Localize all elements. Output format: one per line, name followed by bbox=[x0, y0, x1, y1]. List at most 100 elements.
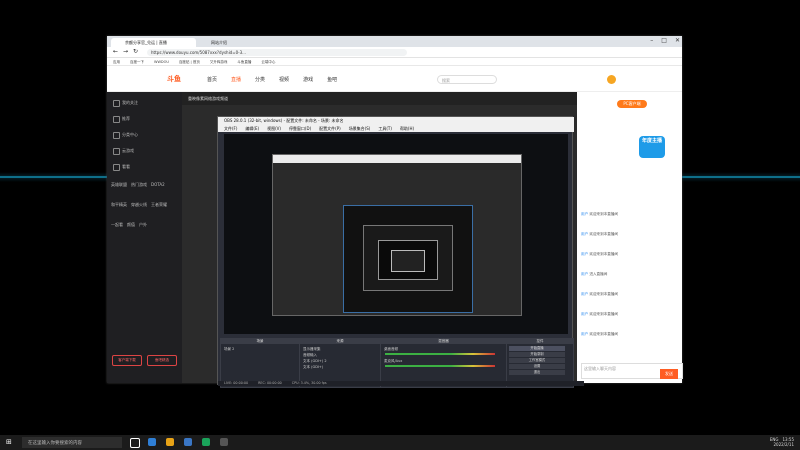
menu-item[interactable]: 帮助(H) bbox=[400, 126, 414, 131]
site-logo[interactable]: 斗鱼 bbox=[167, 74, 189, 84]
source-item[interactable]: 文本 (GDI+) bbox=[303, 365, 323, 370]
menu-item[interactable]: 配置文件(P) bbox=[319, 126, 341, 131]
chat-message: 用户 欢迎来到本直播间 bbox=[581, 252, 619, 256]
site-header: 斗鱼 首页 直播 分类 视频 游戏 鱼吧 搜索 bbox=[107, 66, 682, 92]
nav-item[interactable]: 直播 bbox=[231, 76, 241, 83]
start-recording-button[interactable]: 开始录制 bbox=[509, 352, 565, 357]
bookmark[interactable]: 百度一下 bbox=[130, 60, 144, 64]
sidebar-row[interactable]: 和平精英 穿越火线 王者荣耀 bbox=[111, 202, 167, 208]
browser-tab-active[interactable]: 余额分享官_兑运 | 直播 bbox=[111, 38, 196, 47]
chat-message: 用户 欢迎来到本直播间 bbox=[581, 212, 619, 216]
star-icon bbox=[113, 116, 120, 123]
browser-tab-bar: 余额分享官_兑运 | 直播 网站介绍 – □ ✕ bbox=[107, 36, 682, 47]
taskbar-search[interactable]: 在这里输入你要搜索的内容 bbox=[22, 437, 122, 448]
avatar[interactable] bbox=[607, 75, 616, 84]
nav-item[interactable]: 视频 bbox=[279, 76, 289, 83]
window-controls: – □ ✕ bbox=[650, 37, 680, 44]
live-timer: LIVE: 00:00:00 bbox=[224, 381, 249, 385]
windows-start-icon[interactable]: ⊞ bbox=[6, 438, 12, 446]
nav-item[interactable]: 鱼吧 bbox=[327, 76, 337, 83]
source-item[interactable]: 音频输入 bbox=[303, 353, 317, 358]
site-sidebar: 我的关注 推荐 分类中心 云游戏 看看 英雄联盟 热门游戏 DOTA2 和平精英… bbox=[107, 92, 182, 383]
close-icon[interactable]: ✕ bbox=[675, 37, 680, 44]
mixer-channel: 麦克风/Aux bbox=[384, 359, 403, 363]
reload-icon[interactable]: ↻ bbox=[133, 48, 138, 55]
back-icon[interactable]: ← bbox=[113, 48, 118, 55]
store-icon[interactable] bbox=[184, 438, 192, 446]
obs-preview[interactable] bbox=[224, 134, 568, 334]
clock-date: 2022/2/11 bbox=[773, 442, 794, 447]
client-download-button[interactable]: 客户端下载 bbox=[112, 355, 142, 366]
task-view-icon[interactable] bbox=[130, 438, 140, 448]
folder-icon[interactable] bbox=[166, 438, 174, 446]
exit-button[interactable]: 退出 bbox=[509, 370, 565, 375]
obs-taskbar-icon[interactable] bbox=[220, 438, 228, 446]
maximize-icon[interactable]: □ bbox=[661, 37, 667, 44]
bookmark[interactable]: 百度贴 | 首页 bbox=[179, 60, 200, 64]
chat-panel: PC客户端 年度主播 用户 欢迎来到本直播间 用户 欢迎来到本直播间 用户 欢迎… bbox=[577, 92, 683, 383]
eye-icon bbox=[113, 164, 120, 171]
edge-icon[interactable] bbox=[148, 438, 156, 446]
menu-item[interactable]: 工具(T) bbox=[378, 126, 392, 131]
site-search-input[interactable]: 搜索 bbox=[437, 75, 497, 84]
nav-item[interactable]: 分类 bbox=[255, 76, 265, 83]
url-input[interactable]: https://www.douyu.com/5087xxx?dyshid=0-3… bbox=[147, 49, 407, 56]
menu-item[interactable]: 文件(F) bbox=[224, 126, 237, 131]
tab-label: 余额分享官_兑运 | 直播 bbox=[125, 40, 167, 45]
mixer-channel: 桌面音频 bbox=[384, 347, 398, 351]
system-tray[interactable]: ENG 13:55 2022/2/11 bbox=[770, 437, 794, 447]
source-item[interactable]: 显示器采集 bbox=[303, 347, 321, 352]
scene-item[interactable]: 场景 2 bbox=[224, 347, 234, 352]
menu-item[interactable]: 场景集合(S) bbox=[349, 126, 371, 131]
sidebar-item[interactable]: 我的关注 bbox=[113, 100, 138, 107]
bookmark[interactable]: 又升辉游戏 bbox=[210, 60, 228, 64]
settings-button[interactable]: 设置 bbox=[509, 364, 565, 369]
forward-icon[interactable]: → bbox=[123, 48, 128, 55]
dock-title: 混音器 bbox=[381, 339, 506, 344]
sidebar-row[interactable]: 英雄联盟 热门游戏 DOTA2 bbox=[111, 182, 165, 188]
audio-meter bbox=[385, 353, 495, 355]
sidebar-item[interactable]: 推荐 bbox=[113, 116, 130, 123]
nav-item[interactable]: 首页 bbox=[207, 76, 217, 83]
browser-tab[interactable]: 网站介绍 bbox=[197, 38, 247, 47]
chat-message: 用户 欢迎来到本直播间 bbox=[581, 332, 619, 336]
dock-title: 场景 bbox=[221, 339, 299, 344]
address-bar: ← → ↻ https://www.douyu.com/5087xxx?dysh… bbox=[107, 47, 682, 58]
grid-icon bbox=[113, 132, 120, 139]
stream-title: 重映像素网络游戏频道 bbox=[182, 92, 577, 105]
nav-item[interactable]: 游戏 bbox=[303, 76, 313, 83]
obs-status-bar: LIVE: 00:00:00 REC: 00:00:00 CPU: 3.4%, … bbox=[218, 381, 584, 386]
dock-title: 来源 bbox=[300, 339, 380, 344]
menu-item[interactable]: 停靠窗口(D) bbox=[289, 126, 311, 131]
tab-label: 网站介绍 bbox=[211, 40, 227, 45]
sidebar-item[interactable]: 看看 bbox=[113, 164, 130, 171]
sidebar-item[interactable]: 分类中心 bbox=[113, 132, 138, 139]
bookmark[interactable]: 斗鱼直播 bbox=[237, 60, 251, 64]
fishbar-button[interactable]: 鱼吧精选 bbox=[147, 355, 177, 366]
chat-message: 用户 欢迎来到本直播间 bbox=[581, 312, 619, 316]
minimize-icon[interactable]: – bbox=[650, 37, 653, 44]
chat-message: 用户 进入直播间 bbox=[581, 272, 608, 276]
send-button[interactable]: 发送 bbox=[660, 369, 678, 379]
bookmarks-bar: 应用 百度一下 WWDOU 百度贴 | 首页 又升辉游戏 斗鱼直播 云端中心 bbox=[107, 58, 682, 66]
chat-message: 用户 欢迎来到本直播间 bbox=[581, 292, 619, 296]
source-item[interactable]: 文本 (GDI+) 2 bbox=[303, 359, 327, 364]
chat-message: 用户 欢迎来到本直播间 bbox=[581, 232, 619, 236]
award-badge[interactable]: 年度主播 bbox=[639, 136, 665, 158]
start-streaming-button[interactable]: 开始直播 bbox=[509, 346, 565, 351]
preview-capture bbox=[272, 154, 522, 316]
bookmark[interactable]: 云端中心 bbox=[261, 60, 275, 64]
bookmark[interactable]: WWDOU bbox=[154, 60, 169, 64]
sidebar-row[interactable]: 一起看 颜值 户外 bbox=[111, 222, 147, 228]
taskbar: ⊞ 在这里输入你要搜索的内容 ENG 13:55 2022/2/11 bbox=[0, 435, 800, 450]
menu-item[interactable]: 视图(V) bbox=[267, 126, 281, 131]
chrome-icon[interactable] bbox=[202, 438, 210, 446]
obs-title: OBS 28.0.1 (32-bit, windows) - 配置文件: 未命名… bbox=[218, 117, 574, 125]
cpu-fps: CPU: 3.4%, 30.00 fps bbox=[291, 381, 327, 385]
sidebar-item[interactable]: 云游戏 bbox=[113, 148, 134, 155]
studio-mode-button[interactable]: 工作室模式 bbox=[509, 358, 565, 363]
menu-item[interactable]: 编辑(E) bbox=[245, 126, 259, 131]
pc-client-button[interactable]: PC客户端 bbox=[617, 100, 647, 108]
cloud-icon bbox=[113, 148, 120, 155]
bookmark[interactable]: 应用 bbox=[113, 60, 120, 64]
